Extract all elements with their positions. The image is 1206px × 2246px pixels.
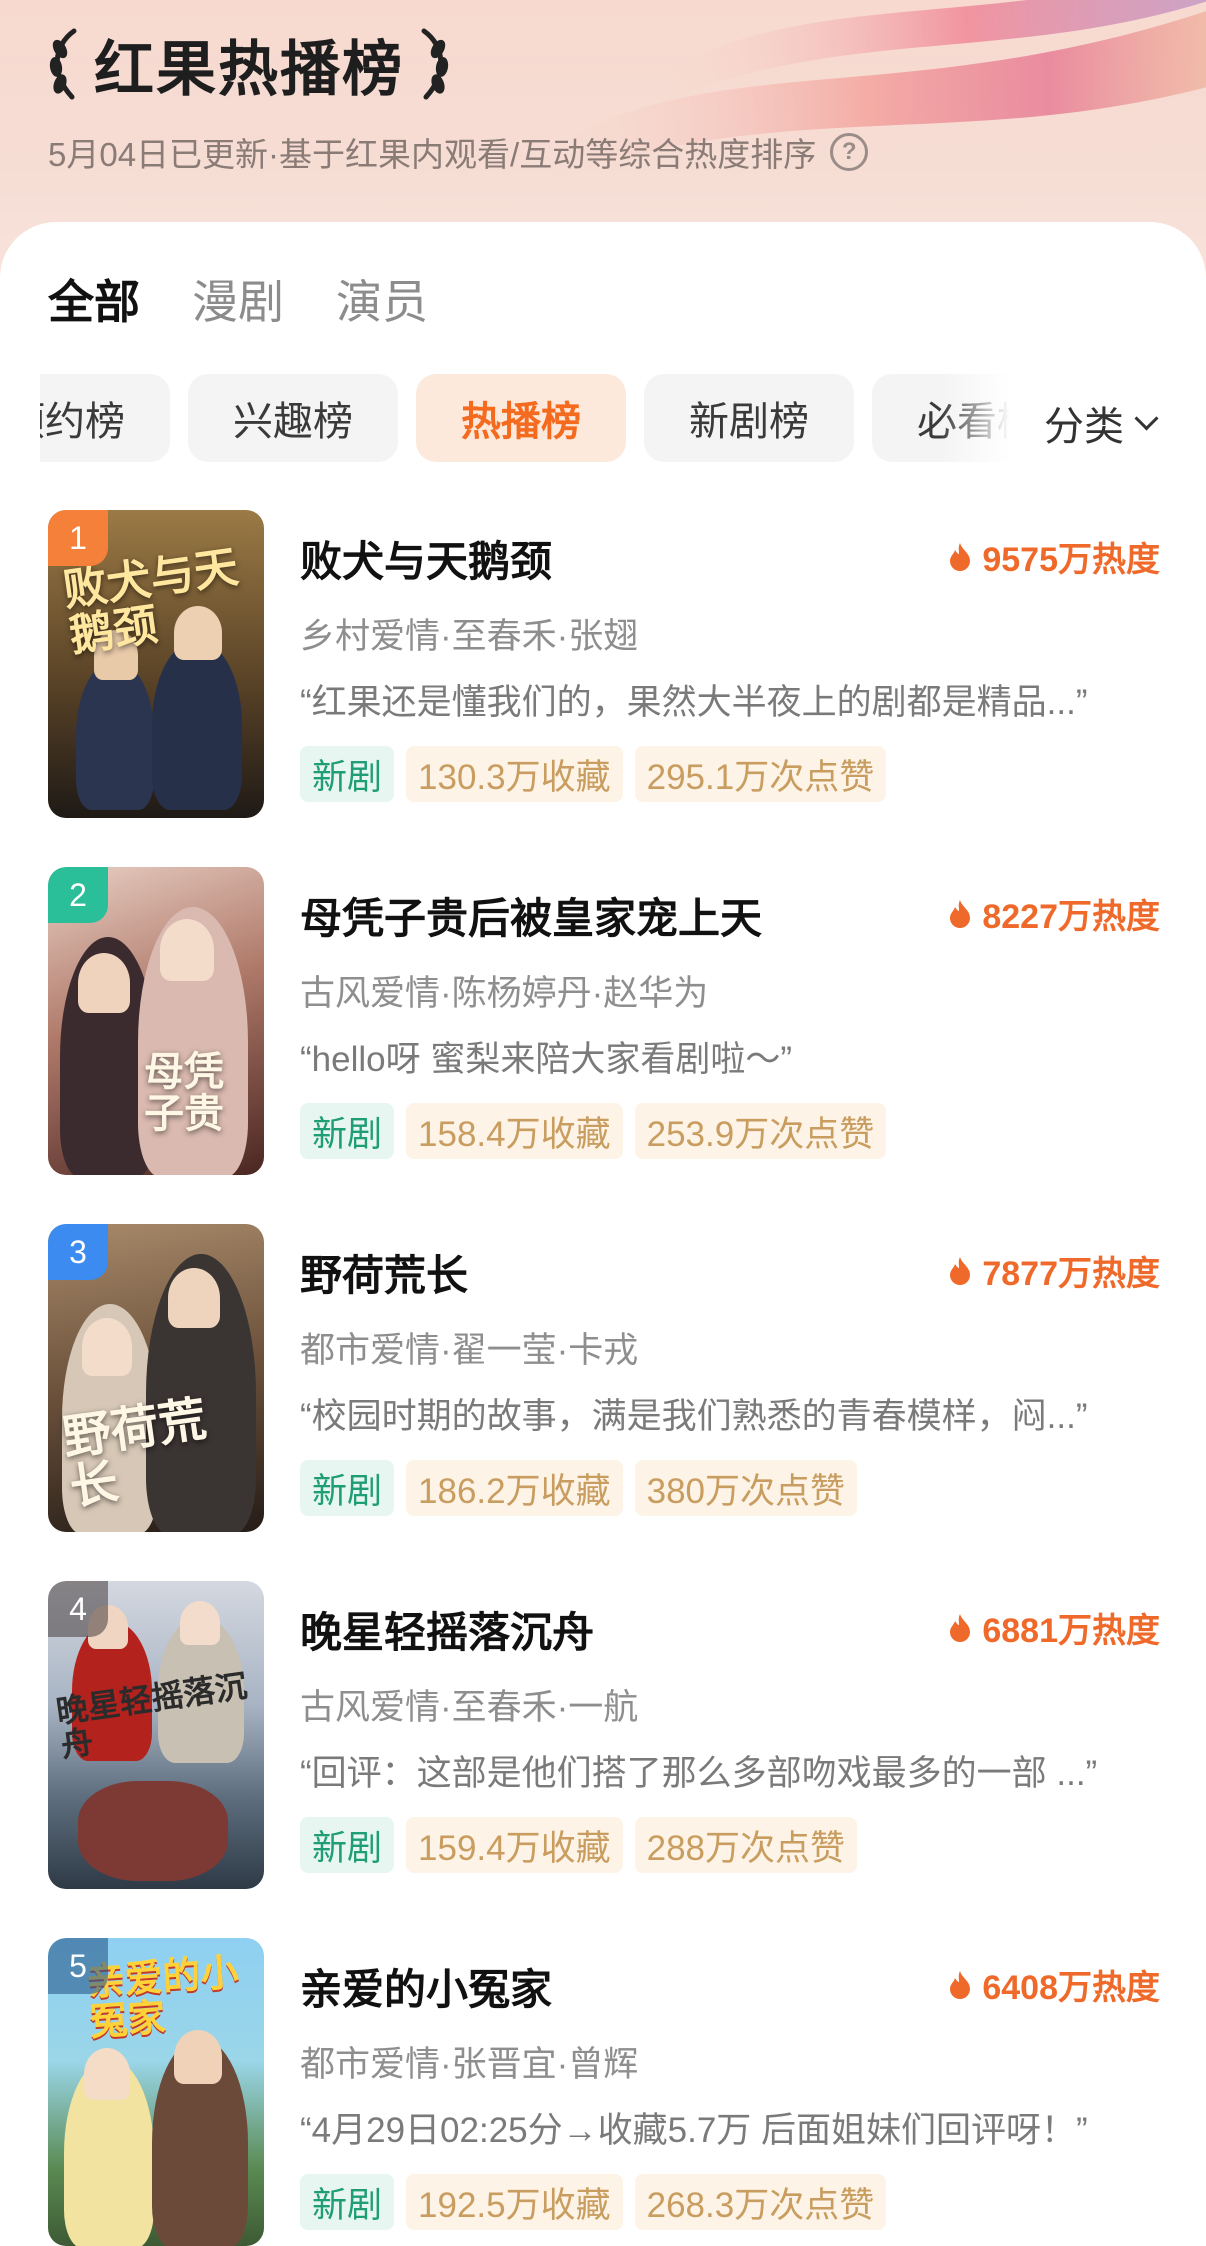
page-title: 红果热播榜 [94,35,404,103]
drama-quote: “hello呀 蜜梨来陪大家看剧啦～” [300,1040,792,1079]
poster-image[interactable]: 亲爱的小冤家 5 [48,1938,264,2246]
ranking-chips: 预约榜 兴趣榜 热播榜 新剧榜 必看榜 [40,374,1010,464]
chevron-down-icon [1134,405,1159,431]
category-filter[interactable]: 分类 [1044,394,1159,452]
heat-score: 7877万热度 [948,1246,1160,1295]
poster-image[interactable]: 败犬与天鹅颈 1 [48,510,264,818]
heat-score: 9575万热度 [948,532,1160,581]
fire-icon [950,542,971,571]
list-item[interactable]: 败犬与天鹅颈 1 败犬与天鹅颈 9575万热度 乡村爱情·至春禾·张翅 “红果还… [0,510,1206,818]
poster-image[interactable]: 母凭子贵 2 [48,867,264,1175]
heat-value: 6881万热度 [982,1612,1160,1650]
new-badge: 新剧 [300,1460,395,1516]
chip-hot[interactable]: 热播榜 [416,374,626,462]
poster-image[interactable]: 野荷荒长 3 [48,1224,264,1532]
favorites-count: 159.4万收藏 [406,1817,623,1873]
likes-count: 253.9万次点赞 [634,1103,887,1159]
list-item[interactable]: 亲爱的小冤家 5 亲爱的小冤家 6408万热度 都市爱情·张晋宜·曾辉 “4月2… [0,1938,1206,2246]
fire-icon [950,1970,971,1999]
tag-row: 新剧 130.3万收藏 295.1万次点赞 [300,746,887,802]
heat-value: 6408万热度 [982,1969,1160,2007]
favorites-count: 192.5万收藏 [406,2174,623,2230]
poster-image[interactable]: 晚星轻摇落沉舟 4 [48,1581,264,1889]
heat-value: 9575万热度 [982,541,1160,579]
new-badge: 新剧 [300,2174,395,2230]
tag-row: 新剧 158.4万收藏 253.9万次点赞 [300,1103,887,1159]
category-label: 分类 [1044,405,1124,449]
drama-meta: 都市爱情·翟一莹·卡戎 [300,1331,639,1370]
likes-count: 380万次点赞 [634,1460,858,1516]
drama-title[interactable]: 败犬与天鹅颈 [300,528,552,589]
rank-badge: 1 [48,510,108,566]
top-tabs: 全部 漫剧 演员 [48,266,428,332]
heat-score: 6881万热度 [948,1603,1160,1652]
tab-all[interactable]: 全部 [48,266,140,332]
favorites-count: 130.3万收藏 [406,746,623,802]
heat-value: 8227万热度 [982,898,1160,936]
drama-meta: 都市爱情·张晋宜·曾辉 [300,2045,639,2084]
chip-new[interactable]: 新剧榜 [644,374,854,462]
drama-quote: “4月29日02:25分→收藏5.7万 后面姐妹们回评呀！” [300,2111,1088,2150]
rank-badge: 2 [48,867,108,923]
drama-quote: “回评：这部是他们搭了那么多部吻戏最多的一部 ...” [300,1754,1098,1793]
update-info: 5月04日已更新·基于红果内观看/互动等综合热度排序 ? [48,128,869,176]
list-item[interactable]: 晚星轻摇落沉舟 4 晚星轻摇落沉舟 6881万热度 古风爱情·至春禾·一航 “回… [0,1581,1206,1889]
likes-count: 268.3万次点赞 [634,2174,887,2230]
fire-icon [950,1613,971,1642]
drama-quote: “红果还是懂我们的，果然大半夜上的剧都是精品...” [300,683,1088,722]
drama-title[interactable]: 母凭子贵后被皇家宠上天 [300,885,762,946]
rank-badge: 4 [48,1581,108,1637]
title-row: 红果热播榜 [44,22,454,106]
heat-score: 8227万热度 [948,889,1160,938]
ranking-panel: 全部 漫剧 演员 预约榜 兴趣榜 热播榜 新剧榜 必看榜 分类 败犬与天鹅颈 1 [0,222,1206,2246]
laurel-left-icon [49,28,77,100]
new-badge: 新剧 [300,746,395,802]
list-item[interactable]: 母凭子贵 2 母凭子贵后被皇家宠上天 8227万热度 古风爱情·陈杨婷丹·赵华为… [0,867,1206,1175]
drama-title[interactable]: 亲爱的小冤家 [300,1956,552,2017]
tag-row: 新剧 192.5万收藏 268.3万次点赞 [300,2174,887,2230]
chips-fade [940,374,1010,464]
tag-row: 新剧 186.2万收藏 380万次点赞 [300,1460,858,1516]
drama-quote: “校园时期的故事，满是我们熟悉的青春模样，闷...” [300,1397,1088,1436]
update-text: 5月04日已更新·基于红果内观看/互动等综合热度排序 [48,136,817,173]
help-circle-icon[interactable]: ? [830,133,869,171]
favorites-count: 158.4万收藏 [406,1103,623,1159]
rank-badge: 3 [48,1224,108,1280]
laurel-right-icon [421,28,449,100]
header-decoration [546,0,1206,180]
list-item[interactable]: 野荷荒长 3 野荷荒长 7877万热度 都市爱情·翟一莹·卡戎 “校园时期的故事… [0,1224,1206,1532]
fire-icon [950,1256,971,1285]
new-badge: 新剧 [300,1817,395,1873]
tab-actors[interactable]: 演员 [336,266,428,332]
heat-value: 7877万热度 [982,1255,1160,1293]
drama-meta: 乡村爱情·至春禾·张翅 [300,617,639,656]
new-badge: 新剧 [300,1103,395,1159]
likes-count: 295.1万次点赞 [634,746,887,802]
drama-meta: 古风爱情·陈杨婷丹·赵华为 [300,974,709,1013]
drama-title[interactable]: 晚星轻摇落沉舟 [300,1599,594,1660]
drama-title[interactable]: 野荷荒长 [300,1242,468,1303]
tag-row: 新剧 159.4万收藏 288万次点赞 [300,1817,858,1873]
tab-comic-drama[interactable]: 漫剧 [192,266,284,332]
heat-score: 6408万热度 [948,1960,1160,2009]
rank-badge: 5 [48,1938,108,1994]
chip-reservation[interactable]: 预约榜 [40,374,170,462]
poster-title: 母凭子贵 [144,1048,224,1137]
drama-meta: 古风爱情·至春禾·一航 [300,1688,639,1727]
favorites-count: 186.2万收藏 [406,1460,623,1516]
likes-count: 288万次点赞 [634,1817,858,1873]
chip-interest[interactable]: 兴趣榜 [188,374,398,462]
fire-icon [950,899,971,928]
poster-title: 亲爱的小冤家 [85,1948,241,2045]
